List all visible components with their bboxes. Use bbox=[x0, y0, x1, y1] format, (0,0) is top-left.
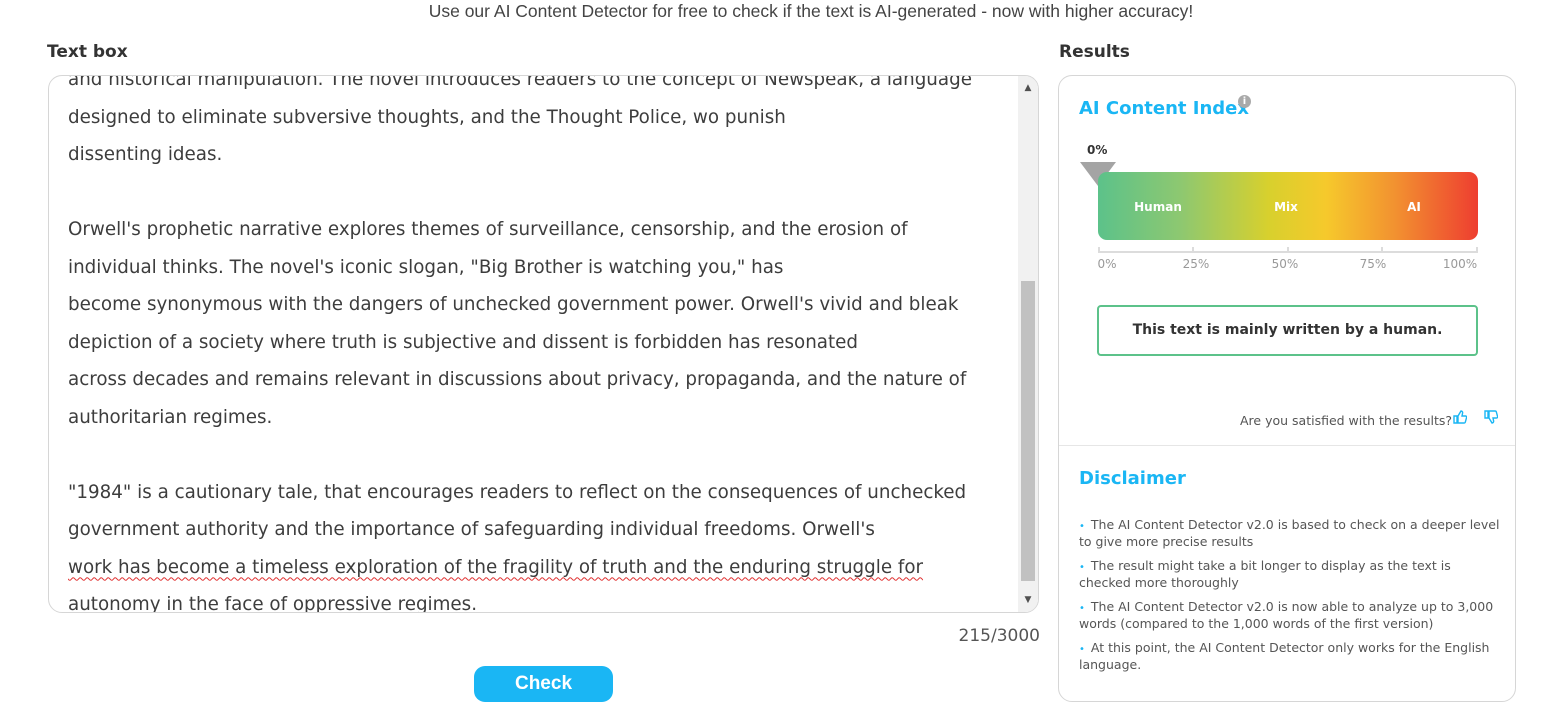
disclaimer-item: • The AI Content Detector v2.0 is based t… bbox=[1079, 517, 1504, 549]
text-line: individual thinks. The novel's iconic sl… bbox=[68, 256, 784, 278]
text-line: across decades and remains relevant in d… bbox=[68, 369, 967, 390]
text-line: become synonymous with the dangers of un… bbox=[68, 294, 959, 315]
disclaimer-text: The AI Content Detector v2.0 is now able… bbox=[1079, 599, 1494, 631]
text-line: dissenting ideas. bbox=[68, 144, 223, 165]
scroll-down-arrow-icon[interactable]: ▼ bbox=[1018, 590, 1038, 610]
results-panel: AI Content Index i 0% Human Mix AI 0% 25… bbox=[1058, 75, 1516, 702]
word-counter: 215/3000 bbox=[958, 626, 1040, 646]
scale-label: 25% bbox=[1182, 257, 1210, 271]
text-line: government authority and the importance … bbox=[68, 519, 875, 540]
divider bbox=[1059, 445, 1515, 446]
scroll-thumb[interactable] bbox=[1021, 281, 1035, 581]
results-label: Results bbox=[1059, 42, 1130, 62]
disclaimer-item: • At this point, the AI Content Detector … bbox=[1079, 640, 1504, 672]
score-scale bbox=[1098, 247, 1478, 253]
thumbs-up-icon[interactable] bbox=[1453, 410, 1468, 428]
scale-tick bbox=[1098, 247, 1100, 253]
scale-label: 50% bbox=[1271, 257, 1299, 271]
disclaimer-item: • The AI Content Detector v2.0 is now abl… bbox=[1079, 599, 1504, 631]
scale-label: 100% bbox=[1442, 257, 1478, 271]
disclaimer-list: • The AI Content Detector v2.0 is based t… bbox=[1079, 517, 1504, 681]
text-line: authoritarian regimes. bbox=[68, 406, 273, 428]
scale-label: 75% bbox=[1359, 257, 1387, 271]
score-percent: 0% bbox=[1087, 143, 1108, 157]
verdict-box: This text is mainly written by a human. bbox=[1097, 305, 1478, 356]
bar-label-human: Human bbox=[1134, 200, 1182, 214]
disclaimer-text: The AI Content Detector v2.0 is based to… bbox=[1079, 517, 1500, 549]
scale-tick bbox=[1287, 247, 1289, 253]
check-button[interactable]: Check bbox=[474, 666, 613, 702]
bullet-icon: • bbox=[1079, 603, 1085, 614]
disclaimer-title: Disclaimer bbox=[1079, 468, 1186, 489]
scrollbar[interactable]: ▲ ▼ bbox=[1018, 76, 1038, 612]
text-line: designed to eliminate subversive thought… bbox=[68, 106, 786, 128]
text-input-area[interactable]: and historical manipulation. The novel i… bbox=[48, 75, 1039, 613]
bullet-icon: • bbox=[1079, 644, 1085, 655]
bullet-icon: • bbox=[1079, 562, 1085, 573]
disclaimer-text: The result might take a bit longer to di… bbox=[1079, 558, 1451, 590]
info-icon[interactable]: i bbox=[1238, 95, 1251, 108]
text-box-label: Text box bbox=[47, 42, 128, 62]
disclaimer-text: At this point, the AI Content Detector o… bbox=[1079, 640, 1490, 672]
scale-tick bbox=[1476, 247, 1478, 253]
text-line: Orwell's prophetic narrative explores th… bbox=[68, 219, 908, 240]
text-line: "1984" is a cautionary tale, that encour… bbox=[68, 481, 967, 503]
text-line: and historical manipulation. The novel i… bbox=[68, 75, 972, 90]
page-tagline: Use our AI Content Detector for free to … bbox=[428, 1, 1194, 21]
thumbs-down-icon[interactable] bbox=[1484, 410, 1499, 428]
text-line: depiction of a society where truth is su… bbox=[68, 331, 859, 353]
text-line-spellcheck: work has become a timeless exploration o… bbox=[68, 556, 924, 578]
text-line-spellcheck: autonomy in the face of oppressive regim… bbox=[68, 594, 478, 613]
ai-content-index-title: AI Content Index bbox=[1079, 98, 1249, 119]
scale-tick bbox=[1192, 247, 1194, 253]
scroll-up-arrow-icon[interactable]: ▲ bbox=[1018, 78, 1038, 98]
bar-label-mix: Mix bbox=[1274, 200, 1298, 214]
score-gradient-bar: Human Mix AI bbox=[1098, 172, 1478, 240]
bar-label-ai: AI bbox=[1407, 200, 1421, 214]
text-content[interactable]: and historical manipulation. The novel i… bbox=[68, 75, 1008, 613]
disclaimer-item: • The result might take a bit longer to d… bbox=[1079, 558, 1504, 590]
scale-label: 0% bbox=[1097, 257, 1117, 271]
scale-tick bbox=[1381, 247, 1383, 253]
bullet-icon: • bbox=[1079, 521, 1085, 532]
feedback-prompt: Are you satisfied with the results? bbox=[1240, 413, 1453, 428]
